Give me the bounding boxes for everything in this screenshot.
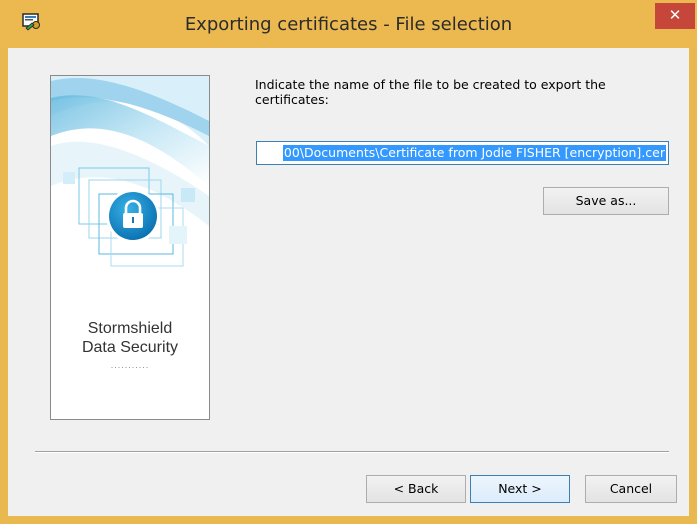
title-bar[interactable]: Exporting certificates - File selection … (0, 0, 697, 48)
brand-line-2: Data Security (81, 339, 179, 356)
brand-name: Stormshield Data Security (51, 319, 209, 357)
brand-line-1: Stormshield (87, 320, 173, 337)
dialog-window: Exporting certificates - File selection … (0, 0, 697, 524)
dialog-content: Stormshield Data Security ........... In… (8, 48, 689, 516)
back-button[interactable]: < Back (366, 475, 466, 503)
instruction-text: Indicate the name of the file to be crea… (255, 77, 606, 107)
separator (35, 451, 669, 453)
window-title: Exporting certificates - File selection (184, 14, 513, 35)
filename-input[interactable]: 00\Documents\Certificate from Jodie FISH… (256, 141, 669, 165)
filename-value: 00\Documents\Certificate from Jodie FISH… (282, 145, 666, 161)
close-button[interactable]: ✕ (655, 3, 695, 29)
save-as-button[interactable]: Save as... (543, 187, 669, 215)
branding-panel: Stormshield Data Security ........... (50, 75, 210, 420)
brand-dots: ........... (110, 360, 150, 370)
next-button[interactable]: Next > (470, 475, 570, 503)
cancel-button[interactable]: Cancel (585, 475, 677, 503)
